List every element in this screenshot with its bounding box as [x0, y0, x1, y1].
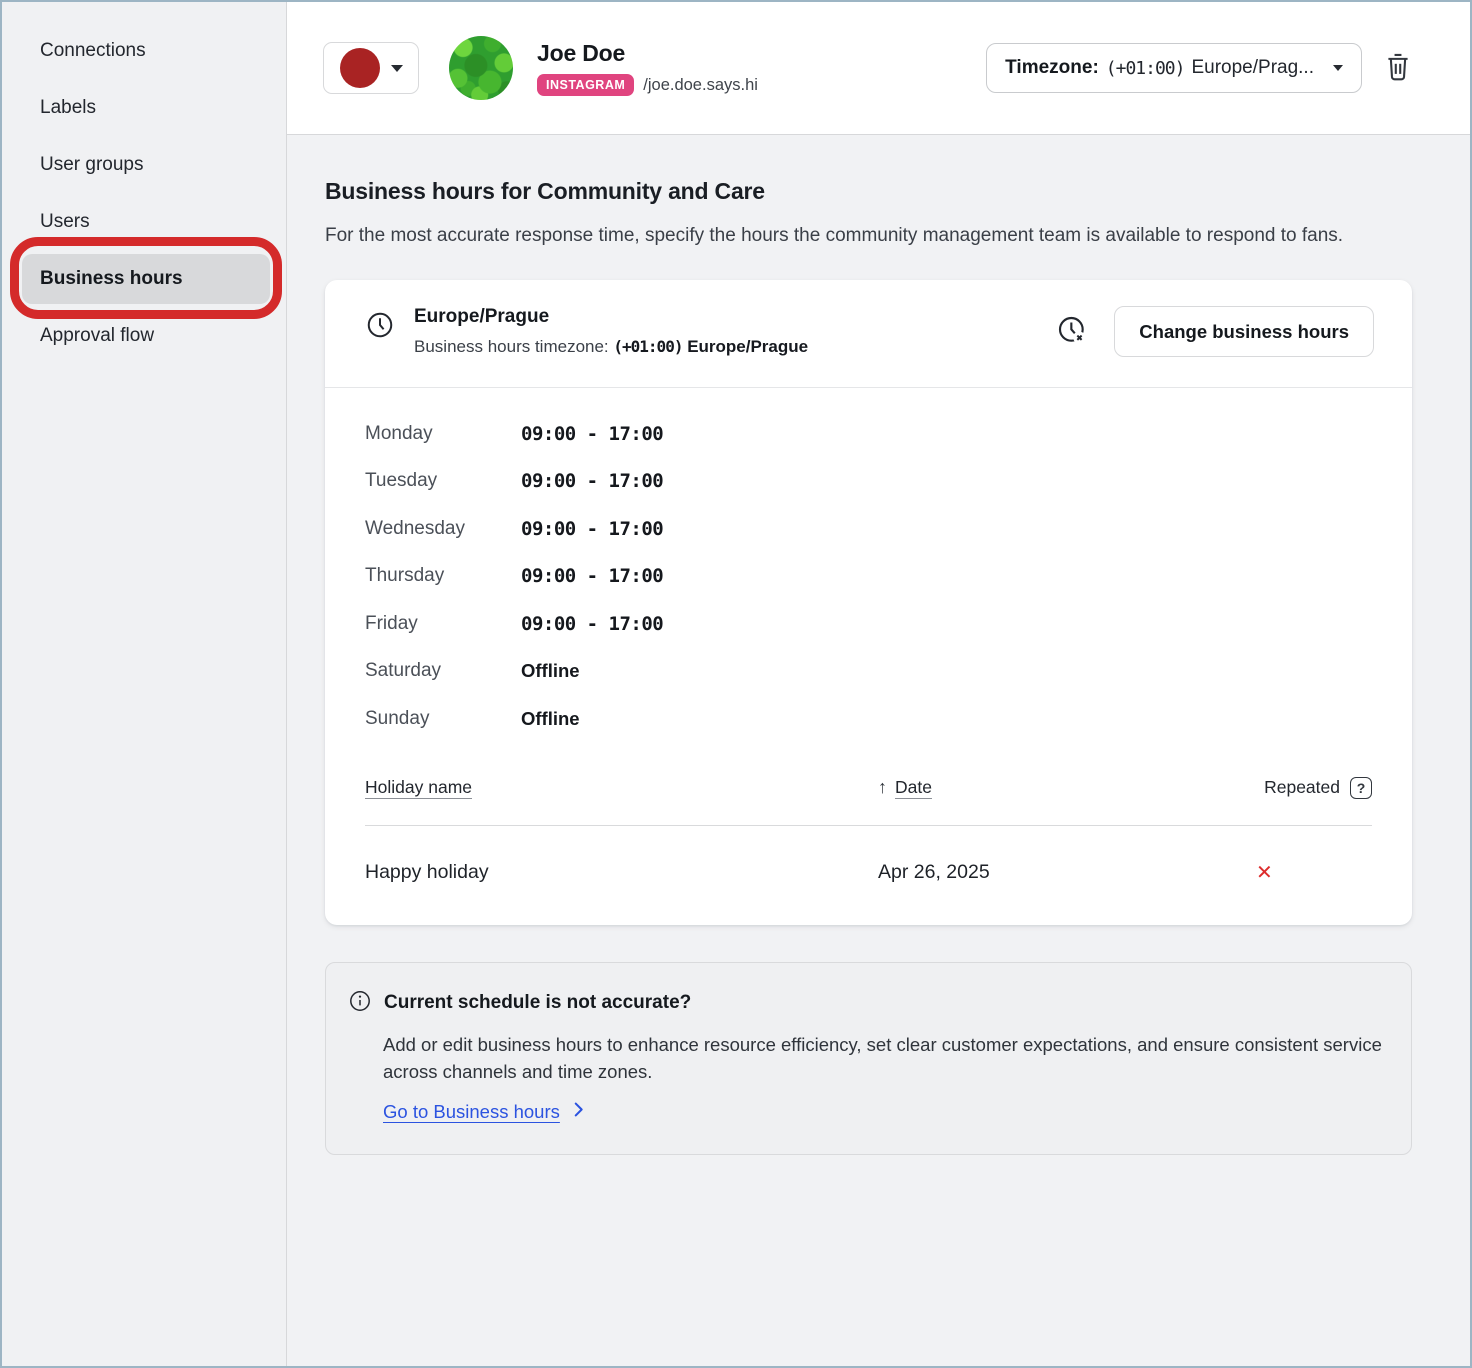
instagram-badge: INSTAGRAM	[537, 74, 634, 96]
weekly-hours-list: Monday 09:00 - 17:00 Tuesday 09:00 - 17:…	[325, 388, 1412, 743]
profile-header: Joe Doe INSTAGRAM /joe.doe.says.hi Timez…	[287, 2, 1470, 135]
repeated-header: Repeated	[1264, 777, 1340, 798]
day-label: Friday	[365, 613, 521, 635]
day-row-saturday: Saturday Offline	[365, 648, 1372, 696]
not-repeated-x-icon: ✕	[1254, 860, 1273, 885]
day-hours-offline: Offline	[521, 660, 580, 682]
card-timezone-name: Europe/Prague	[414, 306, 808, 328]
card-timezone-caption: Business hours timezone: (+01:00) Europe…	[414, 337, 808, 357]
day-hours: 09:00 - 17:00	[521, 518, 663, 540]
day-hours: 09:00 - 17:00	[521, 470, 663, 492]
day-hours: 09:00 - 17:00	[521, 565, 663, 587]
sidebar-item-users[interactable]: Users	[2, 193, 286, 250]
chevron-down-icon	[1333, 65, 1343, 71]
go-to-business-hours-link[interactable]: Go to Business hours	[383, 1101, 560, 1123]
page-title: Business hours for Community and Care	[325, 178, 1470, 205]
settings-sidebar: Connections Labels User groups Users Bus…	[2, 2, 287, 1366]
timezone-region-value: Europe/Prague	[687, 337, 808, 356]
sidebar-item-connections[interactable]: Connections	[2, 22, 286, 79]
sidebar-item-business-hours[interactable]: Business hours	[22, 254, 270, 304]
day-row-friday: Friday 09:00 - 17:00	[365, 600, 1372, 648]
day-hours: 09:00 - 17:00	[521, 423, 663, 445]
sort-holiday-name-header[interactable]: Holiday name	[365, 777, 878, 798]
day-row-sunday: Sunday Offline	[365, 695, 1372, 743]
holiday-row: Happy holiday Apr 26, 2025 ✕	[365, 826, 1372, 925]
sort-date-header[interactable]: Date	[895, 777, 932, 798]
day-row-tuesday: Tuesday 09:00 - 17:00	[365, 458, 1372, 506]
info-box-title: Current schedule is not accurate?	[384, 992, 691, 1014]
sidebar-item-user-groups[interactable]: User groups	[2, 136, 286, 193]
day-label: Thursday	[365, 565, 521, 587]
profile-name: Joe Doe	[537, 40, 758, 67]
day-row-thursday: Thursday 09:00 - 17:00	[365, 553, 1372, 601]
info-box-body: Add or edit business hours to enhance re…	[383, 1031, 1389, 1085]
sidebar-item-business-hours-slot: Business hours	[2, 250, 286, 307]
schedule-info-box: Current schedule is not accurate? Add or…	[325, 962, 1412, 1155]
delete-profile-button[interactable]	[1376, 46, 1420, 90]
profile-avatar	[449, 36, 513, 100]
timezone-select-offset: (+01:00)	[1106, 58, 1185, 79]
timezone-offset-value: (+01:00)	[613, 337, 682, 356]
business-hours-page: Business hours for Community and Care Fo…	[287, 135, 1470, 1366]
day-row-monday: Monday 09:00 - 17:00	[365, 410, 1372, 458]
business-hours-card: Europe/Prague Business hours timezone: (…	[325, 280, 1412, 925]
holidays-table: Holiday name ↑ Date Repeated ? Happy hol…	[325, 743, 1412, 925]
change-business-hours-button[interactable]: Change business hours	[1114, 306, 1374, 357]
holiday-date: Apr 26, 2025	[878, 861, 1254, 884]
timezone-select-region: Europe/Prag...	[1191, 57, 1314, 79]
day-label: Tuesday	[365, 470, 521, 492]
day-hours: 09:00 - 17:00	[521, 613, 663, 635]
profile-handle: /joe.doe.says.hi	[643, 76, 758, 95]
day-label: Wednesday	[365, 518, 521, 540]
day-row-wednesday: Wednesday 09:00 - 17:00	[365, 505, 1372, 553]
remove-business-hours-button[interactable]	[1056, 314, 1088, 349]
info-icon	[348, 989, 372, 1018]
help-icon[interactable]: ?	[1350, 777, 1372, 799]
day-label: Sunday	[365, 708, 521, 730]
holidays-header-row: Holiday name ↑ Date Repeated ?	[365, 777, 1372, 799]
sidebar-item-approval-flow[interactable]: Approval flow	[2, 307, 286, 364]
chevron-right-icon	[569, 1100, 588, 1124]
trash-icon	[1383, 51, 1413, 86]
clock-icon	[365, 310, 395, 357]
sidebar-item-labels[interactable]: Labels	[2, 79, 286, 136]
timezone-select[interactable]: Timezone: (+01:00) Europe/Prag...	[986, 43, 1362, 93]
day-label: Monday	[365, 423, 521, 445]
page-picker-dropdown[interactable]	[323, 42, 419, 94]
sort-ascending-icon: ↑	[878, 777, 887, 798]
clock-remove-icon	[1056, 314, 1088, 349]
timezone-select-label: Timezone:	[1005, 57, 1099, 79]
profile-meta: Joe Doe INSTAGRAM /joe.doe.says.hi	[537, 40, 758, 96]
page-status-dot-icon	[340, 48, 380, 88]
chevron-down-icon	[391, 65, 403, 72]
holiday-name: Happy holiday	[365, 861, 878, 884]
day-hours-offline: Offline	[521, 708, 580, 730]
page-description: For the most accurate response time, spe…	[325, 222, 1345, 250]
day-label: Saturday	[365, 660, 521, 682]
